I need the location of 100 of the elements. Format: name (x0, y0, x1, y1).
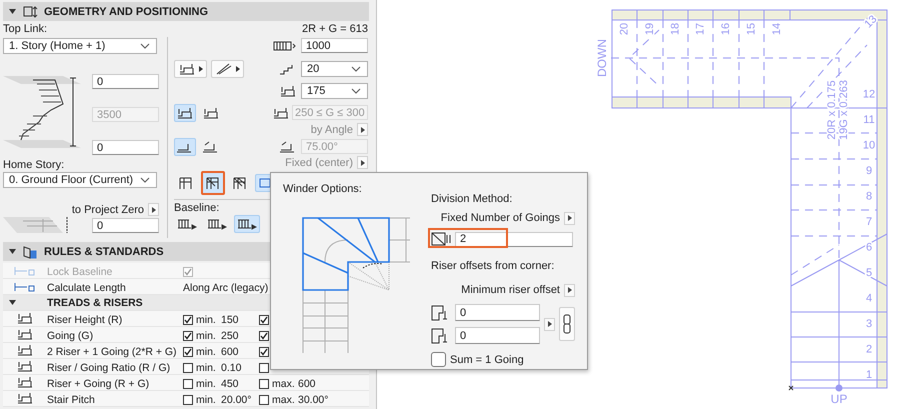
riser-icon (16, 343, 34, 357)
going-toggle-button[interactable] (174, 104, 196, 122)
link-button[interactable] (559, 307, 575, 341)
rule-label: Riser + Going (R + G) (47, 378, 150, 390)
riser-icon (176, 106, 194, 120)
checkbox[interactable] (259, 378, 269, 388)
angle-icon (279, 140, 297, 154)
max-value[interactable]: 30.00° (298, 394, 369, 406)
checkbox[interactable] (183, 362, 193, 372)
step-number: 10 (862, 139, 876, 152)
min-value[interactable]: 450 (221, 378, 259, 390)
step-number: 13 (862, 13, 880, 30)
arrow-button[interactable] (148, 203, 159, 216)
stair-type-button[interactable] (174, 60, 207, 78)
checkbox[interactable] (259, 394, 269, 404)
step-number: 20 (618, 22, 630, 36)
min-value[interactable]: 20.00° (221, 394, 259, 406)
step-number: 2 (866, 343, 872, 356)
pitch-toggle-button[interactable] (174, 138, 196, 156)
riser-icon (16, 375, 34, 389)
arrow-button[interactable] (564, 212, 575, 224)
riser-icon (16, 327, 34, 341)
min-value[interactable]: 150 (221, 314, 259, 326)
expand-icon[interactable] (9, 248, 16, 255)
min-value[interactable]: 250 (221, 330, 259, 342)
arrow-button[interactable] (357, 123, 368, 136)
min-label: min. (196, 378, 217, 390)
winder-icon (431, 232, 451, 246)
winder-icon (232, 176, 248, 190)
arrow-button[interactable] (564, 284, 575, 296)
riser-height-dropdown[interactable]: 175 (301, 83, 368, 99)
step-number: 15 (745, 22, 758, 36)
checkbox[interactable] (183, 394, 193, 404)
group-title: TREADS & RISERS (47, 296, 144, 308)
step-number: 12 (862, 88, 876, 100)
baseline-icon (207, 216, 227, 230)
step-number: 1 (866, 368, 872, 381)
caret-icon (568, 215, 572, 221)
elevation-field[interactable]: 0 (92, 74, 159, 89)
elevation-field[interactable]: 0 (92, 218, 159, 233)
max-value[interactable]: 600 (298, 378, 369, 390)
stair-type-button[interactable] (211, 60, 244, 78)
max-label: max. (272, 394, 296, 406)
chevron-icon (351, 66, 361, 72)
elevation-field[interactable]: 0 (92, 140, 159, 155)
expand-icon[interactable] (9, 298, 16, 306)
top-link-dropdown[interactable]: 1. Story (Home + 1) (3, 38, 157, 54)
setting-label: Lock Baseline (47, 266, 114, 278)
checkbox[interactable] (183, 378, 193, 388)
field-label: to Project Zero (72, 202, 144, 217)
offset-method-link[interactable]: Minimum riser offset (461, 284, 560, 296)
width-field[interactable]: 1000 (301, 38, 368, 53)
checkbox[interactable] (431, 352, 446, 367)
offset-field[interactable]: 0 (455, 327, 540, 344)
checkbox[interactable] (183, 330, 193, 340)
min-label: min. (196, 314, 217, 326)
stair-notation: 20R x 0.175 (826, 80, 838, 140)
checkbox[interactable] (259, 314, 269, 324)
caret-icon (236, 66, 240, 72)
setting-label: Calculate Length (47, 282, 127, 294)
winder-type-button[interactable] (201, 170, 225, 194)
setting-value[interactable]: Along Arc (legacy) (183, 282, 272, 294)
checkbox[interactable] (259, 362, 269, 372)
direction-label: DOWN (595, 39, 610, 77)
rule-label: Riser / Going Ratio (R / G) (47, 362, 172, 374)
expand-icon[interactable] (9, 8, 16, 15)
checkbox[interactable] (183, 314, 193, 324)
baseline-button[interactable] (234, 214, 260, 232)
step-number: 7 (866, 216, 872, 228)
checkbox-label: Sum = 1 Going (450, 354, 524, 366)
riser-icon (16, 391, 34, 405)
going-icon (272, 106, 290, 120)
field-label: Top Link: (3, 22, 48, 37)
step-number: 8 (866, 190, 872, 202)
riser-count-dropdown[interactable]: 20 (301, 60, 368, 76)
checkbox[interactable] (183, 346, 193, 356)
home-story-dropdown[interactable]: 0. Ground Floor (Current) (3, 172, 157, 188)
offset-field[interactable]: 0 (455, 304, 540, 321)
min-value[interactable]: 600 (221, 346, 259, 358)
winder-icon (178, 176, 194, 190)
going-icon (202, 106, 220, 120)
checkbox[interactable] (259, 330, 269, 340)
baseline-icon (237, 216, 257, 230)
chevron-icon (140, 177, 150, 183)
step-number: 18 (669, 22, 682, 36)
field-label: Baseline: (174, 200, 220, 215)
caret-icon (152, 206, 156, 212)
arrow-button[interactable] (544, 318, 555, 330)
width-icon (273, 38, 297, 52)
caret-icon (568, 287, 572, 293)
checkbox[interactable] (259, 346, 269, 356)
step-number: 11 (863, 114, 875, 126)
goings-field[interactable]: 2 (455, 232, 573, 246)
division-method-link[interactable]: Fixed Number of Goings (440, 212, 560, 224)
rule-label: Going (G) (47, 330, 94, 342)
ramp-icon (215, 62, 233, 76)
formula-text: 2R + G = 613 (302, 22, 368, 37)
arrow-button[interactable] (357, 156, 368, 169)
min-value[interactable]: 0.10 (221, 362, 259, 374)
rule-label: Riser Height (R) (47, 314, 124, 326)
